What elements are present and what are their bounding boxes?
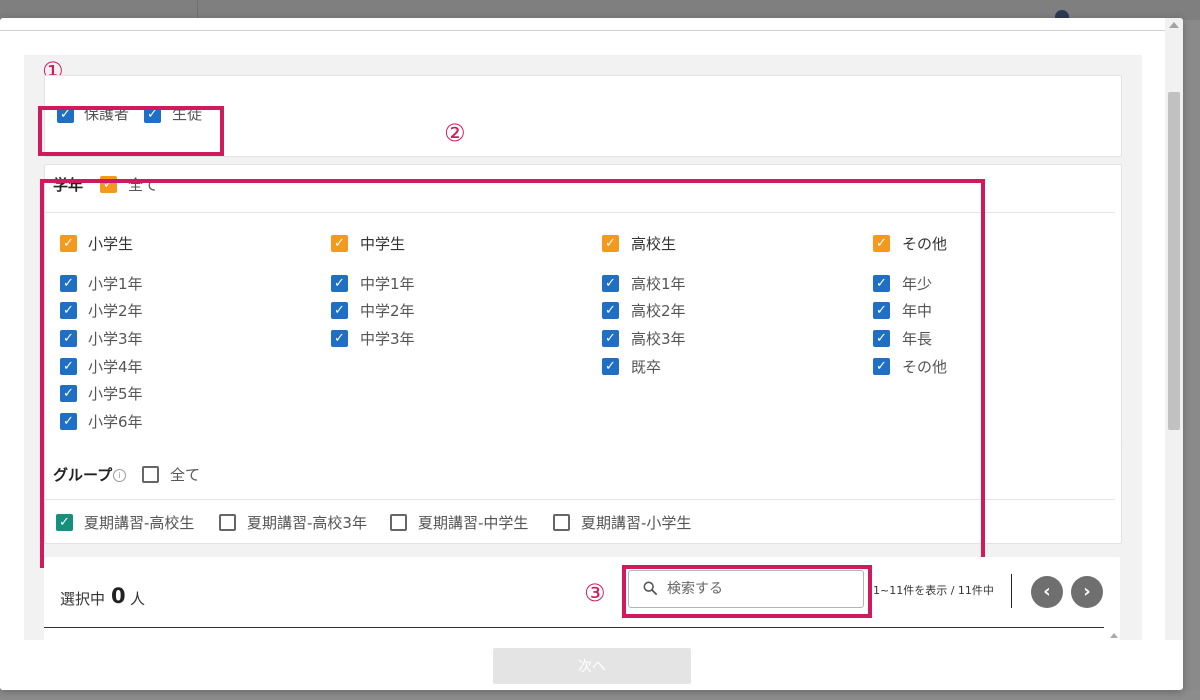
grade-label: 小学4年	[88, 358, 143, 376]
other-category-label: その他	[902, 235, 948, 253]
background-divider	[197, 0, 198, 20]
grade-checkbox[interactable]: ✓	[60, 358, 77, 375]
group-label: 夏期講習-中学生	[418, 514, 529, 532]
grade-group-card: 学年 ✓ 全て ✓ 小学生 ✓ 小学1年 ✓ 小学2年 ✓ 小学3年 ✓ 小学4…	[44, 164, 1122, 445]
grade-label: 年長	[902, 330, 933, 348]
student-label: 生徒	[172, 105, 203, 123]
group-checkbox[interactable]	[553, 514, 570, 531]
group-title: グループ	[53, 466, 113, 484]
elementary-label: 小学生	[88, 235, 134, 253]
marker-two: ②	[444, 119, 466, 147]
group-label: 夏期講習-小学生	[581, 514, 692, 532]
grade-label: 中学3年	[360, 330, 415, 348]
next-page-button[interactable]: ›	[1071, 576, 1103, 608]
recipient-modal: ① ✓ 保護者 ✓ 生徒 ② 学年 ✓ 全て ✓ 小学生 ✓ 小学1年 ✓ 小学…	[0, 18, 1183, 690]
table-scroll-up-icon[interactable]	[1110, 633, 1118, 638]
group-checkbox[interactable]: ✓	[56, 514, 73, 531]
group-label: 夏期講習-高校生	[84, 514, 195, 532]
group-checkbox[interactable]	[219, 514, 236, 531]
grade-label: 年中	[902, 302, 933, 320]
grade-all-label: 全て	[128, 176, 159, 194]
grade-checkbox[interactable]: ✓	[331, 275, 348, 292]
grade-label: 小学3年	[88, 330, 143, 348]
grade-checkbox[interactable]: ✓	[331, 302, 348, 319]
grade-checkbox[interactable]: ✓	[602, 330, 619, 347]
grade-label: 年少	[902, 275, 933, 293]
grade-checkbox[interactable]: ✓	[331, 330, 348, 347]
grade-checkbox[interactable]: ✓	[873, 358, 890, 375]
elementary-checkbox[interactable]: ✓	[60, 235, 77, 252]
modal-header-line	[0, 30, 1165, 31]
junior-high-label: 中学生	[360, 235, 406, 253]
grade-checkbox[interactable]: ✓	[602, 302, 619, 319]
next-button[interactable]: 次へ	[493, 648, 691, 684]
grade-all-checkbox[interactable]: ✓	[100, 176, 117, 193]
selection-unit: 人	[130, 590, 146, 608]
scroll-thumb[interactable]	[1168, 92, 1180, 430]
group-checkbox[interactable]	[390, 514, 407, 531]
grade-checkbox[interactable]: ✓	[602, 358, 619, 375]
group-card: グループ i 全て ✓ 夏期講習-高校生 夏期講習-高校3年 夏期講習-中学生 …	[44, 443, 1122, 544]
grade-checkbox[interactable]: ✓	[60, 330, 77, 347]
pagination-range: 1~11件を表示 / 11件中	[873, 584, 994, 597]
group-all-label: 全て	[170, 466, 201, 484]
prev-page-button[interactable]: ‹	[1031, 576, 1063, 608]
grade-checkbox[interactable]: ✓	[60, 413, 77, 430]
student-checkbox[interactable]: ✓	[144, 106, 161, 123]
marker-three: ③	[584, 579, 606, 607]
grade-label: 高校2年	[631, 302, 686, 320]
other-category-checkbox[interactable]: ✓	[873, 235, 890, 252]
table-header-line	[44, 627, 1104, 628]
grade-title: 学年	[53, 176, 84, 194]
grade-label: 小学1年	[88, 275, 143, 293]
background-bottom	[0, 690, 1200, 700]
grade-checkbox[interactable]: ✓	[60, 385, 77, 402]
modal-content: ① ✓ 保護者 ✓ 生徒 ② 学年 ✓ 全て ✓ 小学生 ✓ 小学1年 ✓ 小学…	[24, 55, 1142, 655]
grade-label: 高校1年	[631, 275, 686, 293]
grade-label: その他	[902, 358, 948, 376]
info-icon[interactable]: i	[113, 469, 126, 482]
group-all-checkbox[interactable]	[142, 466, 159, 483]
grade-checkbox[interactable]: ✓	[60, 275, 77, 292]
group-divider	[45, 499, 1115, 500]
group-label: 夏期講習-高校3年	[247, 514, 367, 532]
high-school-checkbox[interactable]: ✓	[602, 235, 619, 252]
selection-label: 選択中	[60, 590, 106, 608]
grade-checkbox[interactable]: ✓	[60, 302, 77, 319]
grade-label: 中学1年	[360, 275, 415, 293]
modal-footer: 次へ	[0, 640, 1165, 690]
grade-label: 小学5年	[88, 385, 143, 403]
scroll-up-icon[interactable]	[1169, 22, 1179, 28]
selection-count: 0	[111, 584, 126, 608]
grade-label: 小学6年	[88, 413, 143, 431]
modal-scrollbar[interactable]	[1165, 18, 1183, 640]
grade-checkbox[interactable]: ✓	[602, 275, 619, 292]
pagination-separator	[1011, 574, 1012, 608]
search-icon	[643, 581, 657, 595]
grade-label: 中学2年	[360, 302, 415, 320]
grade-checkbox[interactable]: ✓	[873, 275, 890, 292]
junior-high-checkbox[interactable]: ✓	[331, 235, 348, 252]
grade-checkbox[interactable]: ✓	[873, 302, 890, 319]
grade-label: 高校3年	[631, 330, 686, 348]
search-box[interactable]	[628, 570, 864, 608]
grade-divider	[45, 212, 1115, 213]
grade-label: 既卒	[631, 358, 662, 376]
parent-label: 保護者	[84, 105, 130, 123]
grade-checkbox[interactable]: ✓	[873, 330, 890, 347]
background-topbar	[0, 0, 1200, 24]
parent-checkbox[interactable]: ✓	[57, 106, 74, 123]
grade-label: 小学2年	[88, 302, 143, 320]
high-school-label: 高校生	[631, 235, 677, 253]
search-input[interactable]	[667, 577, 857, 601]
recipient-type-card: ✓ 保護者 ✓ 生徒	[44, 75, 1122, 157]
